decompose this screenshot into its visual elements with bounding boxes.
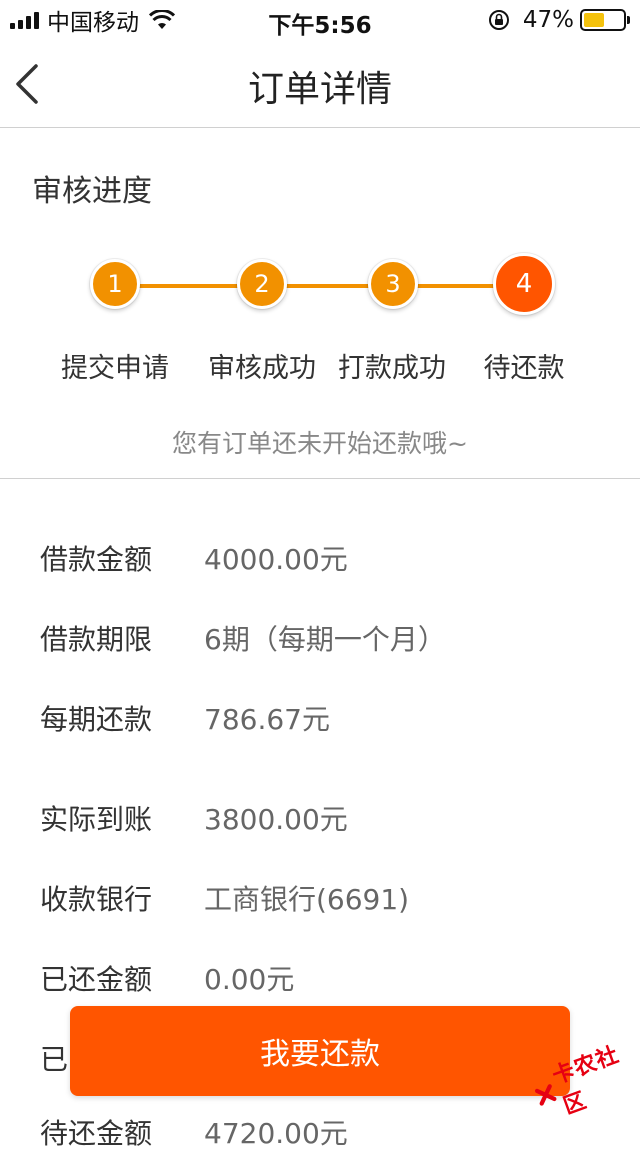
progress-hint: 您有订单还未开始还款哦~ [172,429,468,458]
detail-value: 4000.00元 [204,543,348,576]
detail-row: 实际到账 3800.00元 [40,798,348,838]
detail-label: 待还金额 [40,1117,153,1150]
detail-label: 已还金额 [40,963,153,996]
page-title: 订单详情 [247,69,392,110]
progress-steps: 1 2 3 4 [0,250,640,330]
step-4-label: 待还款 [483,353,565,384]
rotation-lock-icon [488,10,509,30]
section-divider [0,478,640,479]
battery-percent: 47% [522,7,574,33]
progress-section-title: 审核进度 [32,174,152,209]
detail-label: 借款金额 [40,543,153,576]
step-3-label: 打款成功 [338,353,446,384]
status-right: 47% [487,6,630,34]
detail-value: 3800.00元 [204,803,348,836]
detail-label: 借款期限 [40,623,153,656]
step-2-dot: 2 [237,259,287,309]
detail-value: 6期（每期一个月） [204,623,446,656]
repay-button-label: 我要还款 [260,1037,380,1072]
detail-row: 已还金额 0.00元 [40,958,294,998]
detail-row: 收款银行 工商银行(6691) [40,878,409,918]
detail-value: 786.67元 [204,703,330,736]
detail-value: 4720.00元 [204,1117,348,1150]
detail-row: 待还金额 4720.00元 [40,1112,348,1152]
detail-value: 工商银行(6691) [204,883,410,916]
status-bar: 中国移动 下午5:56 47% [0,0,640,40]
step-1-dot: 1 [90,259,140,309]
repay-button[interactable]: 我要还款 [70,1006,570,1096]
detail-value: 0.00元 [204,963,295,996]
watermark-icon [534,1084,557,1106]
step-4-dot: 4 [493,253,555,315]
detail-label: 实际到账 [40,803,153,836]
step-1-label: 提交申请 [61,353,169,384]
progress-track [115,284,525,288]
step-2-label: 审核成功 [208,353,316,384]
nav-bar: 订单详情 [0,40,640,128]
detail-row: 借款期限 6期（每期一个月） [40,618,446,658]
detail-row: 借款金额 4000.00元 [40,538,348,578]
battery-icon [580,9,630,31]
detail-row: 每期还款 786.67元 [40,698,330,738]
step-3-dot: 3 [368,259,418,309]
detail-label: 每期还款 [40,703,153,736]
detail-label: 收款银行 [40,883,153,916]
